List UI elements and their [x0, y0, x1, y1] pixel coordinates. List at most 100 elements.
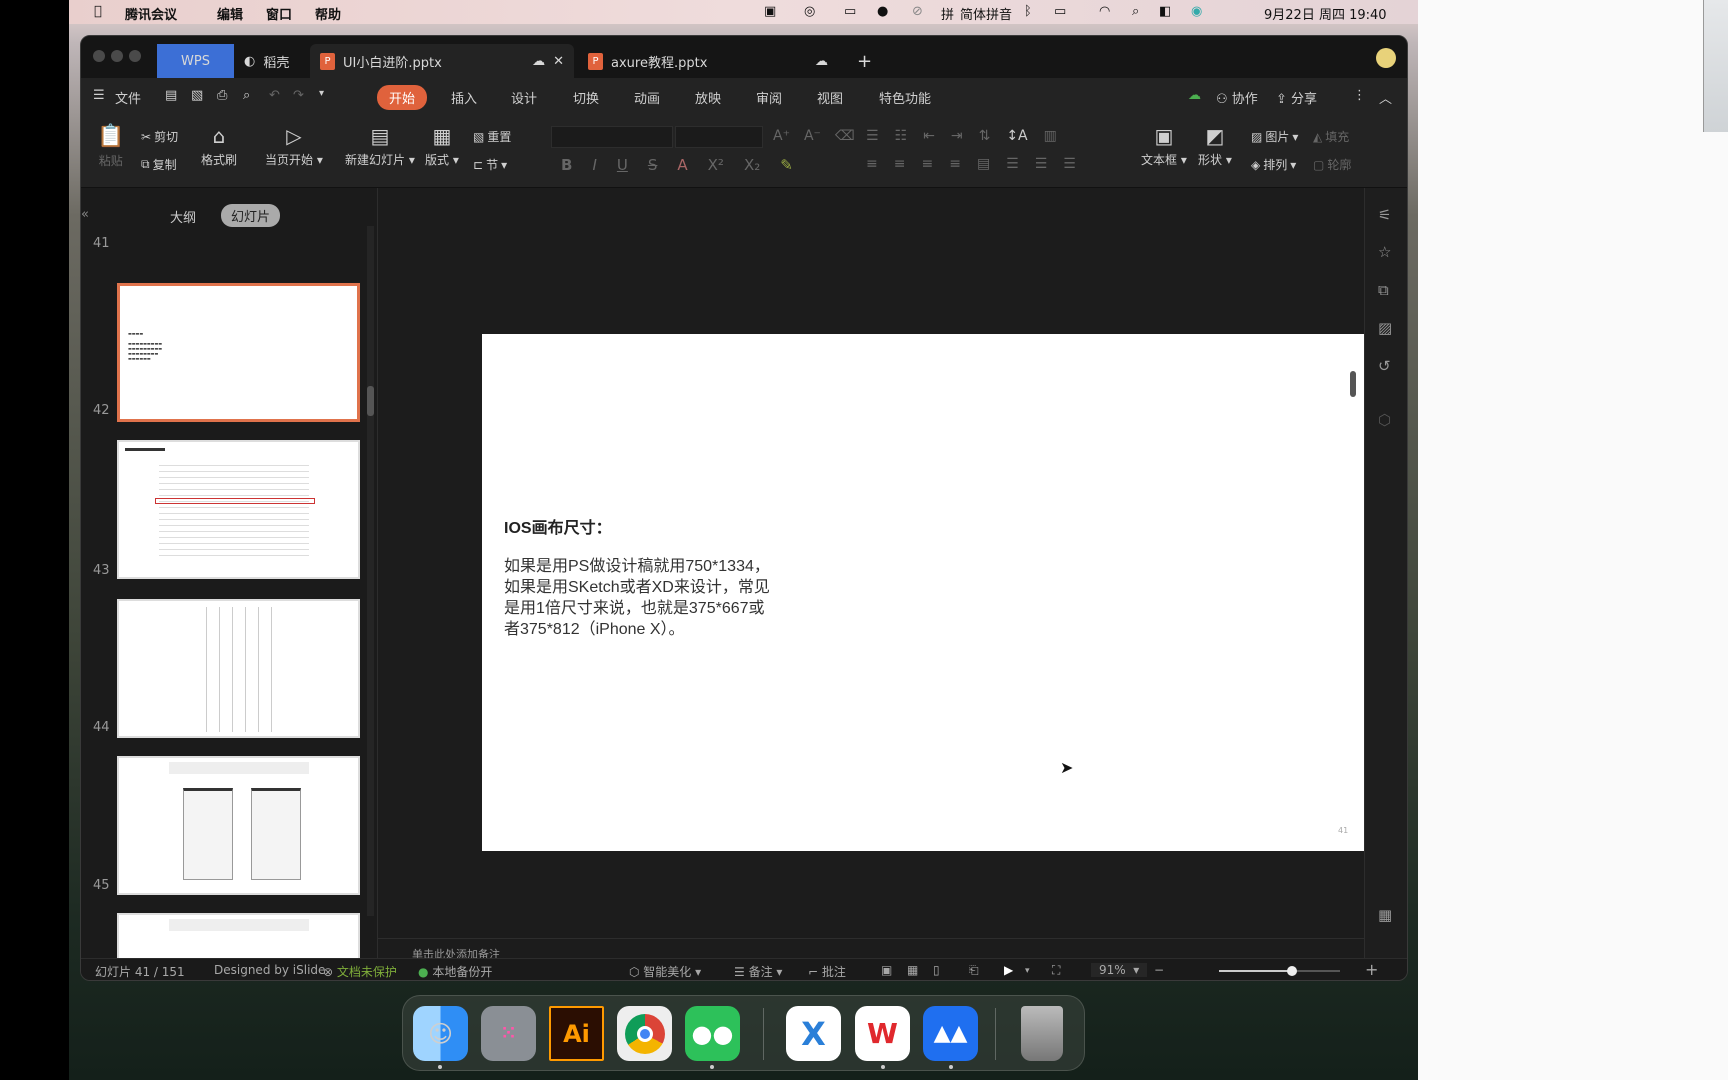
tab-view[interactable]: 视图	[817, 88, 843, 107]
sorter-view-icon[interactable]: ▦	[907, 963, 918, 977]
tab-ui-doc[interactable]: P UI小白进阶.pptx ☁ ✕	[310, 44, 574, 78]
section-button[interactable]: ⊏ 节 ▾	[473, 156, 507, 173]
xmind-icon[interactable]: X	[786, 1006, 841, 1061]
new-tab-button[interactable]: +	[847, 44, 882, 78]
justify-icon[interactable]: ≡	[949, 156, 961, 172]
layout-button[interactable]: ▦ 版式 ▾	[425, 124, 459, 168]
slide-thumbnail-42[interactable]	[117, 440, 360, 579]
presenter-icon[interactable]: ⎗	[969, 963, 979, 978]
panel-scrollbar[interactable]	[367, 226, 374, 916]
clear-format-icon[interactable]: ⌫	[835, 128, 855, 144]
ime-label[interactable]: 简体拼音	[960, 4, 1012, 23]
trash-icon[interactable]	[1021, 1006, 1063, 1061]
chrome-icon[interactable]	[617, 1006, 672, 1061]
wps-office-icon[interactable]: W	[855, 1006, 910, 1061]
protect-status[interactable]: ⊗ 文档未保护	[323, 963, 397, 980]
backup-status[interactable]: ● 本地备份开	[418, 963, 492, 980]
bullet-list-icon[interactable]: ☰	[866, 128, 879, 144]
line-spacing-icon[interactable]: ↕A	[1006, 128, 1027, 144]
valign-top-icon[interactable]: ☰	[1006, 156, 1019, 172]
tab-insert[interactable]: 插入	[451, 88, 477, 107]
align-center-icon[interactable]: ≡	[894, 156, 906, 172]
print-icon[interactable]: ⎙	[217, 88, 227, 103]
picture-button[interactable]: ▨ 图片 ▾	[1251, 128, 1298, 145]
ime-icon[interactable]: 拼	[941, 4, 954, 23]
notes-toggle-button[interactable]: ☰ 备注 ▾	[734, 963, 782, 980]
editor-scrollbar[interactable]	[1350, 196, 1356, 836]
numbered-list-icon[interactable]: ☷	[895, 128, 908, 144]
play-dropdown-icon[interactable]: ▾	[1025, 966, 1030, 976]
siri-icon[interactable]: ◉	[1191, 4, 1202, 19]
increase-indent-icon[interactable]: ⇥	[951, 128, 963, 144]
more-icon[interactable]: ⋮	[1353, 88, 1366, 103]
close-tab-icon[interactable]: ✕	[553, 54, 564, 69]
wifi-icon[interactable]: ◠	[1099, 4, 1110, 19]
font-family-select[interactable]	[551, 126, 673, 148]
font-size-select[interactable]	[675, 126, 763, 148]
preview-icon[interactable]: ⌕	[243, 88, 250, 103]
bold-icon[interactable]: B	[561, 156, 572, 174]
undo-icon[interactable]: ↶	[269, 88, 280, 103]
italic-icon[interactable]: I	[592, 156, 596, 174]
share-button[interactable]: ⇪ 分享	[1276, 88, 1317, 107]
grid-apps-icon[interactable]: ▦	[1378, 906, 1392, 924]
collapse-panel-icon[interactable]: «	[81, 207, 89, 222]
redo-icon[interactable]: ↷	[293, 88, 304, 103]
lanhu-icon[interactable]: ▲▲	[923, 1006, 978, 1061]
collapse-ribbon-icon[interactable]: ︿	[1379, 88, 1392, 107]
align-right-icon[interactable]: ≡	[921, 156, 933, 172]
tab-animation[interactable]: 动画	[634, 88, 660, 107]
cloud-sync-icon[interactable]: ☁	[1188, 88, 1201, 103]
distribute-icon[interactable]: ▤	[977, 156, 990, 172]
valign-middle-icon[interactable]: ☰	[1035, 156, 1048, 172]
tab-daoke[interactable]: ◐ 稻壳	[234, 44, 307, 78]
decrease-indent-icon[interactable]: ⇤	[923, 128, 935, 144]
maximize-window-button[interactable]	[129, 50, 141, 62]
cube-icon[interactable]: ⬡	[1378, 411, 1391, 429]
copy-button[interactable]: ⧉ 复制	[141, 156, 177, 173]
fill-button[interactable]: ◭ 填充	[1313, 128, 1349, 145]
slide-thumbnail-45[interactable]	[117, 913, 360, 963]
animation-icon[interactable]: ☆	[1378, 243, 1391, 261]
menu-edit[interactable]: 编辑	[217, 4, 243, 23]
zoom-in-button[interactable]: +	[1365, 960, 1378, 979]
superscript-icon[interactable]: X²	[708, 156, 724, 174]
apple-icon[interactable]: 	[94, 4, 102, 19]
cut-button[interactable]: ✂ 剪切	[141, 128, 178, 145]
subscript-icon[interactable]: X₂	[744, 156, 760, 174]
tab-design[interactable]: 设计	[511, 88, 537, 107]
theme-name[interactable]: Designed by iSlide	[214, 963, 325, 977]
avatar[interactable]	[1376, 48, 1396, 68]
minimize-window-button[interactable]	[111, 50, 123, 62]
columns-icon[interactable]: ▥	[1044, 128, 1057, 144]
finder-icon[interactable]: ☺	[413, 1006, 468, 1061]
valign-bottom-icon[interactable]: ☰	[1063, 156, 1076, 172]
zoom-out-button[interactable]: −	[1154, 963, 1164, 977]
text-direction-icon[interactable]: ⇅	[979, 128, 991, 144]
current-slide[interactable]: IOS画布尺寸： 如果是用PS做设计稿就用750*1334， 如果是用SKetc…	[482, 334, 1406, 851]
panel-scroll-thumb[interactable]	[367, 386, 374, 416]
tab-slides[interactable]: 幻灯片	[221, 204, 281, 227]
play-button[interactable]: ▶	[1004, 963, 1013, 977]
history-icon[interactable]: ↺	[1378, 357, 1391, 375]
reading-view-icon[interactable]: ▯	[933, 963, 940, 977]
cloud-status-icon[interactable]: ◎	[804, 4, 815, 19]
zoom-slider[interactable]	[1219, 966, 1340, 976]
beautify-button[interactable]: ⬡ 智能美化 ▾	[629, 963, 701, 980]
menu-help[interactable]: 帮助	[315, 4, 341, 23]
wechat-status-icon[interactable]: ●	[877, 4, 888, 19]
hamburger-icon[interactable]: ☰	[93, 88, 105, 103]
menu-app-name[interactable]: 腾讯会议	[125, 4, 177, 23]
tab-transition[interactable]: 切换	[573, 88, 599, 107]
highlight-icon[interactable]: ✎	[780, 156, 793, 174]
clock[interactable]: 9月22日 周四 19:40	[1264, 4, 1387, 23]
slide-title[interactable]: IOS画布尺寸：	[504, 514, 612, 538]
zoom-slider-thumb[interactable]	[1286, 966, 1297, 976]
decrease-font-icon[interactable]: A⁻	[804, 128, 821, 144]
reset-button[interactable]: ▧ 重置	[473, 128, 511, 145]
tab-slideshow[interactable]: 放映	[695, 88, 721, 107]
play-from-current-button[interactable]: ▷ 当页开始 ▾	[265, 124, 323, 168]
slide-thumbnail-41[interactable]: ▬▬▬▬ ▬▬▬▬▬▬▬▬▬ ▬▬▬▬▬▬▬▬▬ ▬▬▬▬▬▬▬▬ ▬▬▬▬▬▬	[117, 283, 360, 422]
tab-outline[interactable]: 大纲	[170, 207, 196, 226]
normal-view-icon[interactable]: ▣	[881, 963, 892, 977]
